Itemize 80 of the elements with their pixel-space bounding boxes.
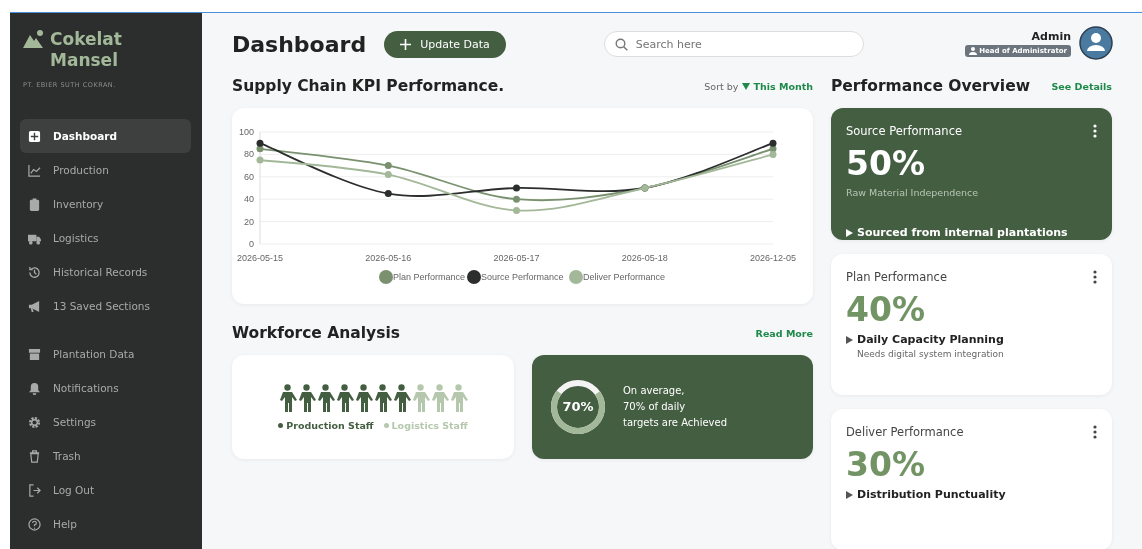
clipboard-icon [28, 197, 41, 211]
x-tick-label: 2026-12-05 [750, 253, 796, 263]
section-title: Workforce Analysis [232, 324, 400, 342]
sort-dropdown[interactable]: This Month [742, 80, 813, 92]
y-tick-label: 100 [238, 127, 254, 137]
help-icon [28, 517, 41, 531]
logout-icon [28, 483, 41, 497]
x-tick-label: 2026-05-17 [493, 253, 540, 263]
card-title: Deliver Performance [846, 425, 964, 439]
more-icon[interactable] [1093, 270, 1097, 284]
data-point [384, 190, 392, 198]
legend-label: Logistics Staff [391, 419, 468, 431]
read-more-link[interactable]: Read More [755, 327, 813, 339]
triangle-icon [846, 335, 853, 344]
more-icon[interactable] [1093, 124, 1097, 138]
card-title: Source Performance [846, 124, 963, 138]
sidebar-item[interactable]: Logistics [20, 221, 191, 255]
sidebar-item[interactable]: Log Out [20, 473, 191, 507]
x-tick-label: 2026-05-16 [365, 253, 412, 263]
sidebar-item[interactable]: Trash [20, 439, 191, 473]
section-title: Supply Chain KPI Performance. [232, 77, 505, 95]
history-icon [28, 265, 41, 279]
section-title: Performance Overview [831, 77, 1030, 95]
plus-icon [400, 38, 412, 50]
card-value: 50% [846, 144, 926, 183]
avatar-icon[interactable] [1079, 26, 1113, 60]
sidebar-item[interactable]: Inventory [20, 187, 191, 221]
triangle-icon [846, 490, 853, 499]
card-caption: Raw Material Independence [846, 187, 980, 198]
data-point [256, 156, 264, 164]
user-name: Admin [1031, 29, 1071, 43]
data-point [513, 184, 520, 192]
sidebar-item[interactable]: Help [20, 507, 191, 541]
legend-label: Deliver Performance [583, 272, 666, 282]
gear-icon [28, 415, 41, 429]
sidebar-item[interactable]: Plantation Data [20, 337, 191, 371]
legend-label: Production Staff [286, 419, 374, 431]
sidebar-item[interactable]: Dashboard [20, 119, 191, 153]
y-tick-label: 60 [244, 171, 254, 182]
target-text: On average, 70% of daily targets are Achieved [623, 384, 727, 430]
card-note: Daily Capacity Planning [857, 333, 1004, 346]
bell-icon [28, 381, 41, 395]
data-point [513, 195, 520, 203]
sidebar-item[interactable]: Notifications [20, 371, 191, 405]
data-point [513, 206, 520, 214]
trash-icon [28, 449, 41, 463]
legend-label: Source Performance [481, 272, 564, 282]
card-value: 30% [846, 445, 926, 484]
card-note: Distribution Punctuality [857, 488, 1006, 501]
card-note: Sourced from internal plantations [857, 226, 1068, 239]
ring-value: 70% [561, 399, 595, 414]
caret-icon [742, 82, 751, 90]
brand-name: Cokelat Mansel [50, 29, 123, 71]
person-icon [969, 46, 978, 55]
sidebar-item[interactable]: 13 Saved Sections [20, 289, 191, 323]
search-icon [614, 38, 628, 51]
chart-icon [28, 163, 41, 177]
triangle-icon [846, 228, 853, 237]
megaphone-icon [28, 299, 41, 313]
card-title: Plan Performance [846, 270, 947, 284]
search-field[interactable]: Search here [603, 31, 864, 57]
mountain-logo-icon [23, 30, 45, 48]
store-icon [28, 347, 41, 361]
card-detail: Needs digital system integration [857, 349, 1005, 359]
sidebar-item[interactable]: Historical Records [20, 255, 191, 289]
sort-label: Sort by [704, 80, 739, 92]
page-title: Dashboard [232, 31, 367, 57]
update-data-button[interactable]: Update Data [384, 30, 506, 58]
y-tick-label: 40 [244, 194, 254, 205]
sidebar-item[interactable]: Production [20, 153, 191, 187]
more-icon[interactable] [1093, 425, 1097, 439]
card-value: 40% [846, 290, 926, 329]
sidebar-item[interactable]: Settings [20, 405, 191, 439]
x-tick-label: 2026-05-15 [237, 253, 283, 263]
y-tick-label: 20 [244, 216, 254, 227]
see-details-link[interactable]: See Details [1051, 80, 1112, 92]
legend-label: Plan Performance [393, 272, 466, 282]
y-tick-label: 0 [249, 239, 254, 249]
y-tick-label: 80 [244, 149, 254, 160]
x-tick-label: 2026-05-18 [621, 253, 668, 263]
